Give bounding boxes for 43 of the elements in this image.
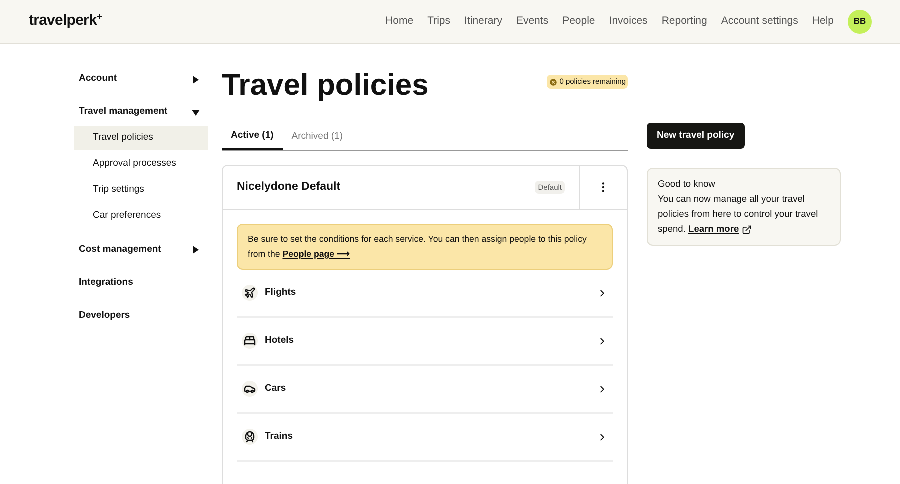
nav-link[interactable]: Account settings (721, 14, 798, 30)
tab[interactable]: Archived (1) (282, 124, 352, 150)
avatar[interactable]: BB (848, 10, 872, 34)
nav-link[interactable]: Help (812, 14, 834, 30)
caret-right-icon (192, 246, 200, 254)
sidebar-item[interactable]: Car preferences (74, 204, 208, 228)
people-page-link[interactable]: People page ⟶ (282, 249, 350, 259)
caret-down-icon (192, 108, 200, 116)
nav-link[interactable]: Home (386, 14, 414, 30)
info-title: Good to know (658, 178, 716, 192)
sidebar-item[interactable]: Approval processes (74, 152, 208, 176)
service-row[interactable]: Flights (237, 270, 613, 318)
logo[interactable]: travelperk$^{+}$ (29, 10, 102, 33)
x-circle-icon (548, 78, 558, 86)
nav-link[interactable]: Invoices (609, 14, 648, 30)
external-link-icon (742, 224, 752, 235)
service-row[interactable]: Trains (237, 414, 613, 462)
sidebar-section[interactable]: Developers (74, 304, 208, 328)
page-title: Travel policies (222, 68, 429, 104)
caret-right-icon (192, 76, 200, 84)
nav-link[interactable]: Reporting (662, 14, 708, 30)
sidebar-section[interactable]: Travel management (74, 101, 208, 124)
new-policy-button[interactable]: New travel policy (647, 123, 745, 150)
nav-link[interactable]: Trips (428, 14, 451, 30)
info-text: You can now manage all your travel policies from here to control your travel spend. Learn more (658, 193, 820, 237)
bed-icon (242, 333, 258, 349)
sidebar-section[interactable]: Cost management (74, 238, 208, 262)
car-icon (242, 381, 258, 397)
plane-icon (242, 285, 258, 301)
service-row[interactable]: Cars (237, 366, 613, 414)
sidebar-item[interactable]: Trip settings (74, 178, 208, 202)
notice-text: Be sure to set the conditions for each service. You can then assign people to this policy from the People page ⟶ (237, 224, 613, 270)
nav-link[interactable]: Events (516, 14, 549, 30)
nav-link[interactable]: People (562, 14, 596, 30)
policy-name: Nicelydone Default (237, 180, 341, 195)
tab[interactable]: Active (1) (222, 124, 283, 150)
train-icon (242, 429, 258, 445)
nav-link[interactable]: Itinerary (464, 14, 502, 30)
sidebar-section[interactable]: Integrations (74, 272, 208, 294)
sidebar-section[interactable]: Account (74, 68, 208, 91)
service-row[interactable]: Hotels (237, 318, 613, 366)
learn-more-link[interactable]: Learn more (688, 224, 740, 234)
sidebar-item[interactable]: Travel policies (74, 126, 208, 150)
